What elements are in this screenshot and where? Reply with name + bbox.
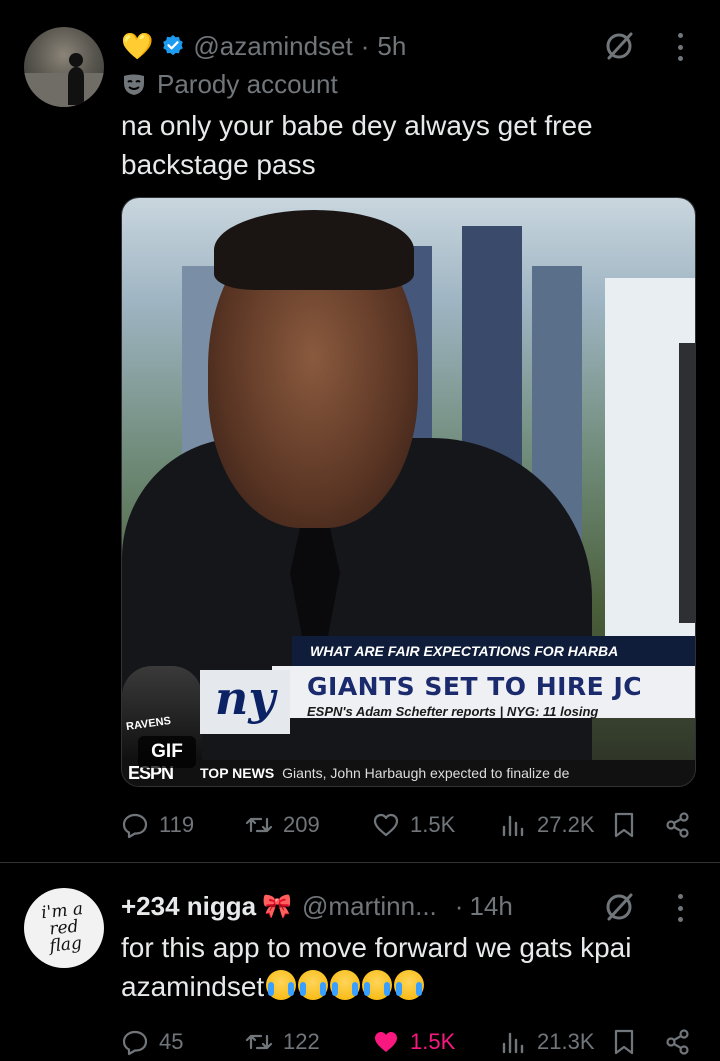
bookmark-icon <box>614 812 634 838</box>
bookmark-icon <box>614 1029 634 1055</box>
mention-text: azamindset <box>121 971 265 1002</box>
reply-count: 45 <box>159 1029 184 1054</box>
repost-icon <box>245 1034 273 1050</box>
window-shadow <box>679 343 695 623</box>
views-button[interactable]: 21.3K <box>499 1028 595 1056</box>
headline-text: GIANTS SET TO HIRE JC <box>307 672 643 701</box>
share-icon <box>666 1029 689 1055</box>
loudly-crying-emoji <box>362 970 393 1000</box>
share-button[interactable] <box>664 1028 692 1056</box>
repost-button[interactable]: 209 <box>245 811 320 839</box>
avatar-image <box>24 53 104 107</box>
avatar-text: i'm a red flag <box>40 898 84 957</box>
loudly-crying-emoji <box>266 970 297 1000</box>
heart-filled-icon <box>375 1032 397 1052</box>
tweet-text-line: azamindset <box>121 967 701 1006</box>
parody-label: Parody account <box>121 67 338 101</box>
person-hair <box>214 210 414 290</box>
views-count: 21.3K <box>537 1029 595 1054</box>
giants-logo: ny <box>200 670 290 734</box>
loudly-crying-emoji <box>394 970 425 1000</box>
ticker-label: TOP NEWS <box>200 765 275 781</box>
like-button[interactable]: 1.5K <box>372 1028 455 1056</box>
tv-lower-third: RAVENS WHAT ARE FAIR EXPECTATIONS FOR HA… <box>122 636 695 786</box>
grok-icon[interactable] <box>604 31 634 61</box>
gif-badge[interactable]: GIF <box>138 736 196 768</box>
repost-icon <box>245 817 273 833</box>
share-button[interactable] <box>664 811 692 839</box>
more-options-icon[interactable] <box>675 894 685 922</box>
separator: · <box>360 30 370 61</box>
repost-count: 122 <box>283 1029 320 1054</box>
bookmark-button[interactable] <box>610 1028 638 1056</box>
heart-icon <box>373 813 399 837</box>
views-count: 27.2K <box>537 812 595 837</box>
tweet-text-line: for this app to move forward we gats kpa… <box>121 932 632 963</box>
repost-count: 209 <box>283 812 320 837</box>
coach-jersey-text: RAVENS <box>125 714 172 734</box>
timestamp[interactable]: 14h <box>469 891 512 922</box>
repost-button[interactable]: 122 <box>245 1028 320 1056</box>
grok-icon[interactable] <box>604 892 634 922</box>
verified-badge-icon[interactable] <box>161 34 185 58</box>
mask-icon <box>124 74 144 95</box>
tweet-media-gif[interactable]: RAVENS WHAT ARE FAIR EXPECTATIONS FOR HA… <box>121 197 696 787</box>
reply-count: 119 <box>159 812 195 837</box>
avatar[interactable] <box>24 27 104 107</box>
tweet-header: +234 nigga 🎀 @martinn... · 14h <box>121 888 513 924</box>
like-button[interactable]: 1.5K <box>372 811 455 839</box>
bookmark-button[interactable] <box>610 811 638 839</box>
loudly-crying-emoji <box>298 970 329 1000</box>
more-options-icon[interactable] <box>675 33 685 61</box>
news-ticker: TOP NEWS Giants, John Harbaugh expected t… <box>122 760 695 786</box>
views-icon <box>502 1032 524 1054</box>
reply-icon <box>122 1030 148 1056</box>
tweet-text: for this app to move forward we gats kpa… <box>121 928 701 1006</box>
display-name[interactable]: +234 nigga <box>121 891 256 922</box>
ticker-text: Giants, John Harbaugh expected to finali… <box>282 765 570 781</box>
avatar[interactable]: i'm a red flag <box>24 888 104 968</box>
user-handle[interactable]: @martinn... <box>302 891 437 922</box>
parody-text: Parody account <box>157 68 338 99</box>
reply-button[interactable]: 45 <box>121 1028 183 1056</box>
reply-icon <box>122 813 148 839</box>
tweet-text: na only your babe dey always get free ba… <box>121 110 593 180</box>
question-bar: WHAT ARE FAIR EXPECTATIONS FOR HARBA <box>292 636 695 666</box>
user-handle[interactable]: @azamindset <box>193 31 352 62</box>
yellow-heart-emoji: 💛 <box>121 31 154 61</box>
views-button[interactable]: 27.2K <box>499 811 595 839</box>
tweet-header: 💛 @azamindset · 5h <box>121 28 406 64</box>
reply-button[interactable]: 119 <box>121 811 194 839</box>
loudly-crying-emoji <box>330 970 361 1000</box>
ribbon-emoji: 🎀 <box>262 892 293 920</box>
like-count: 1.5K <box>410 812 456 837</box>
separator: · <box>454 890 464 921</box>
timestamp[interactable]: 5h <box>377 31 406 62</box>
like-count: 1.5K <box>410 1029 456 1054</box>
share-icon <box>666 812 689 838</box>
views-icon <box>502 815 524 837</box>
subline-text: ESPN's Adam Schefter reports | NYG: 11 l… <box>307 704 599 719</box>
